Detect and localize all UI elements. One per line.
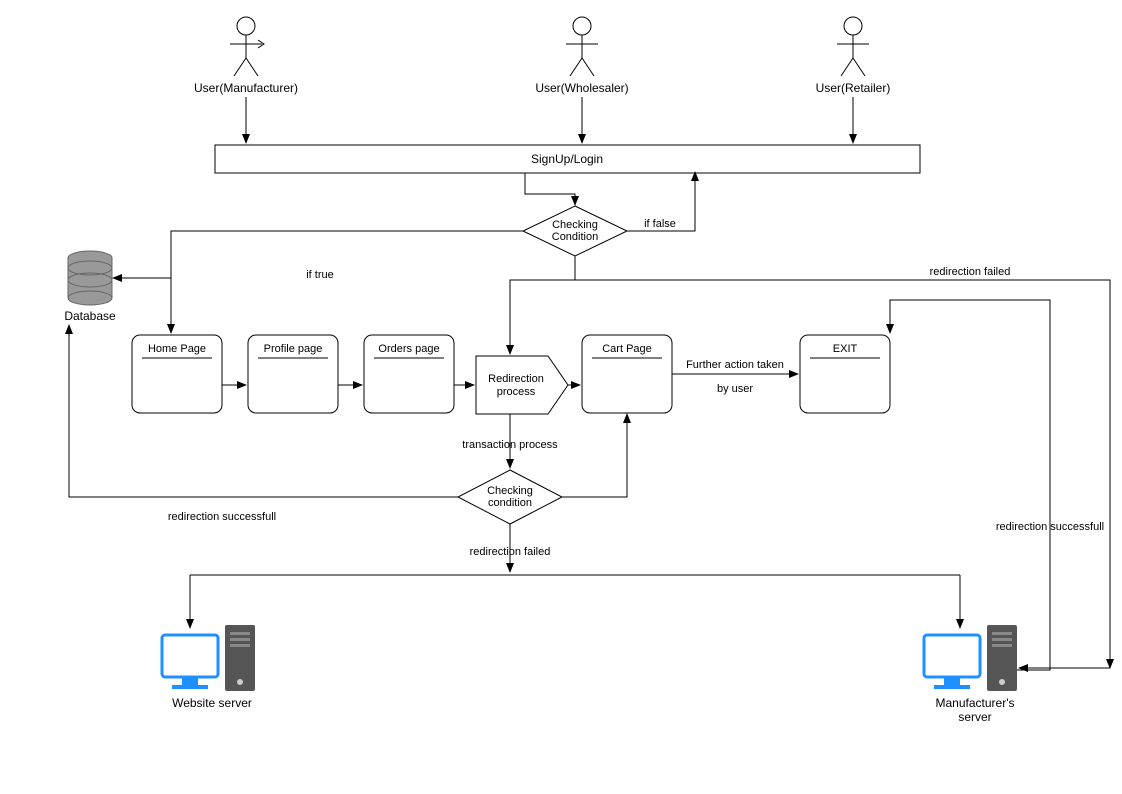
actor-wholesaler-label: User(Wholesaler) — [535, 81, 628, 95]
redir-success-left-label: redirection successfull — [168, 511, 276, 523]
actor-wholesaler: User(Wholesaler) — [535, 17, 628, 95]
cart-page-label: Cart Page — [602, 343, 652, 355]
edge-check2-cart — [562, 414, 627, 497]
further-label1: Further action taken — [686, 359, 784, 371]
manufacturer-server-icon: Manufacturer's server — [924, 625, 1017, 724]
check2-label1: Checking — [487, 485, 533, 497]
actor-manufacturer-label: User(Manufacturer) — [194, 81, 298, 95]
actor-retailer: User(Retailer) — [816, 17, 891, 95]
manuf-server-label1: Manufacturer's — [936, 696, 1015, 710]
redir-success-right-label: redirection successfull — [996, 521, 1104, 533]
check1-label2: Condition — [552, 231, 598, 243]
redirection-process-box — [476, 356, 568, 414]
website-server-icon: Website server — [162, 625, 255, 710]
transaction-label: transaction process — [462, 439, 558, 451]
signup-label: SignUp/Login — [531, 152, 603, 166]
check2-label2: condition — [488, 497, 532, 509]
check1-label1: Checking — [552, 219, 598, 231]
website-server-label: Website server — [172, 696, 252, 710]
database-label: Database — [64, 309, 116, 323]
redir-failed-mid-label: redirection failed — [470, 546, 551, 558]
edge-check1-redir — [510, 280, 575, 354]
actor-manufacturer: User(Manufacturer) — [194, 17, 298, 95]
exit-label: EXIT — [833, 343, 858, 355]
orders-page-label: Orders page — [378, 343, 439, 355]
database-icon: Database — [64, 251, 116, 323]
if-false-label: if false — [644, 218, 676, 230]
redirection-label2: process — [497, 386, 536, 398]
further-label2: by user — [717, 383, 753, 395]
edge-redir-success-right — [890, 300, 1050, 670]
home-page-label: Home Page — [148, 343, 206, 355]
redirection-label1: Redirection — [488, 373, 544, 385]
redir-failed-top-label: redirection failed — [930, 266, 1011, 278]
if-true-label: if true — [306, 269, 334, 281]
actor-retailer-label: User(Retailer) — [816, 81, 891, 95]
profile-page-label: Profile page — [264, 343, 323, 355]
edge-signup-check1 — [525, 173, 575, 205]
manuf-server-label2: server — [958, 710, 991, 724]
